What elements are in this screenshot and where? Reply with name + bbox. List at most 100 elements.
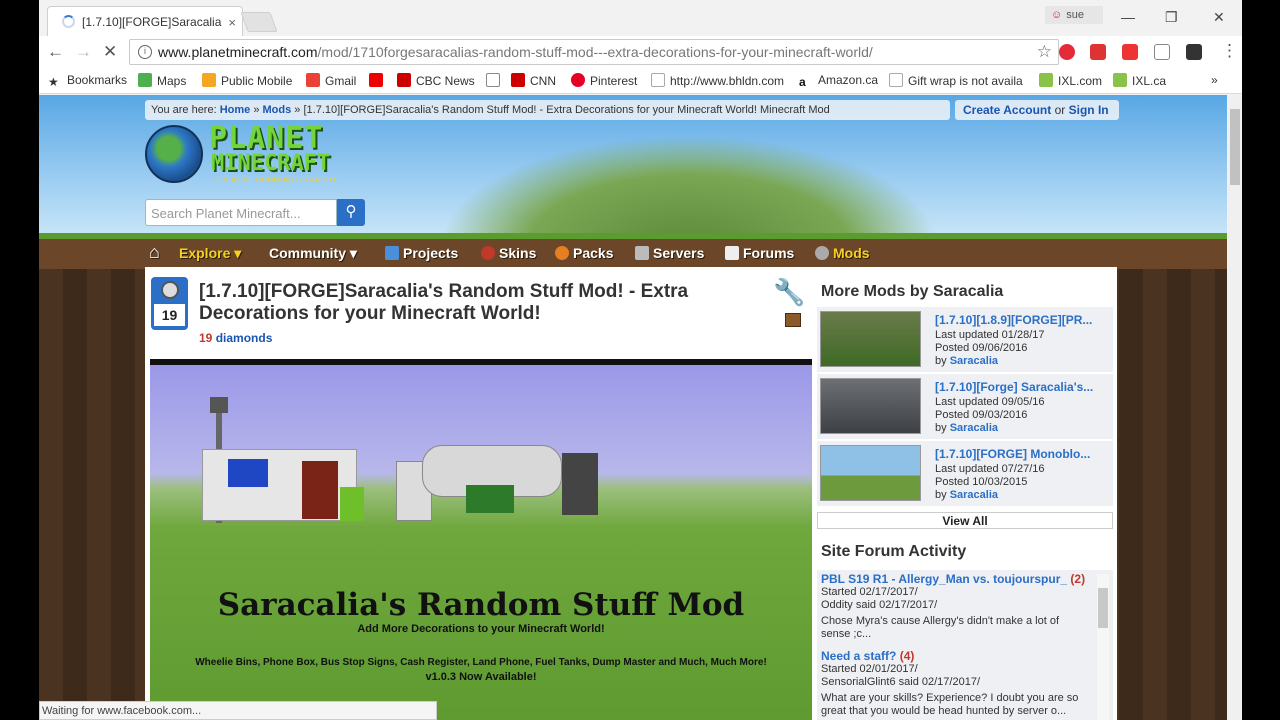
bookmark-item[interactable] bbox=[486, 73, 505, 88]
profile-badge[interactable]: ☺ sue bbox=[1045, 6, 1103, 24]
banner-prop bbox=[340, 487, 364, 521]
crumb-mods[interactable]: Mods bbox=[263, 104, 292, 116]
bookmark-item[interactable] bbox=[369, 73, 388, 88]
search-input[interactable]: Search Planet Minecraft... bbox=[145, 199, 337, 226]
mod-thumbnail[interactable] bbox=[820, 378, 921, 434]
close-window-icon[interactable]: ✕ bbox=[1213, 9, 1225, 26]
back-arrow-icon[interactable]: ← bbox=[47, 42, 64, 62]
nav-packs[interactable]: Packs bbox=[555, 245, 613, 261]
home-icon[interactable]: ⌂ bbox=[149, 242, 160, 263]
banner-prop bbox=[228, 459, 268, 487]
post-content: 19 [1.7.10][FORGE]Saracalia's Random Stu… bbox=[145, 267, 817, 720]
browser-tab[interactable]: [1.7.10][FORGE]Saracalia × bbox=[47, 6, 243, 36]
minimize-icon[interactable]: — bbox=[1121, 9, 1135, 25]
list-item[interactable]: [1.7.10][FORGE] Monoblo... Last updated … bbox=[817, 441, 1113, 507]
browser-window: [1.7.10][FORGE]Saracalia × ☺ sue — ❐ ✕ ← … bbox=[39, 0, 1242, 720]
nav-community[interactable]: Community ▾ bbox=[269, 245, 357, 262]
author-link[interactable]: Saracalia bbox=[950, 355, 998, 367]
wrench-icon: 🔧 bbox=[773, 277, 806, 307]
bookmark-star-icon[interactable]: ☆ bbox=[1037, 42, 1052, 62]
loading-spinner-icon bbox=[62, 15, 75, 28]
banner-subtitle: Add More Decorations to your Minecraft W… bbox=[357, 623, 605, 635]
sidebar: More Mods by Saracalia [1.7.10][1.8.9][F… bbox=[817, 267, 1117, 720]
bookmark-item[interactable]: a Amazon.ca bbox=[799, 73, 878, 89]
forum-thread-link[interactable]: Need a staff? bbox=[821, 649, 896, 663]
author-link[interactable]: Saracalia bbox=[950, 489, 998, 501]
bookmarks-overflow-icon[interactable]: » bbox=[1211, 73, 1218, 87]
nav-explore[interactable]: Explore ▾ bbox=[179, 245, 241, 262]
site-logo[interactable]: PLANET MINECRAFT CREATIVE COMMUNITY FANS… bbox=[145, 121, 369, 193]
list-item[interactable]: [1.7.10][1.8.9][FORGE][PR... Last update… bbox=[817, 307, 1113, 373]
search-button[interactable]: ⚲ bbox=[337, 199, 365, 226]
list-item[interactable]: PBL S19 R1 - Allergy_Man vs. toujourspur… bbox=[821, 573, 1091, 641]
author-link[interactable]: Saracalia bbox=[950, 422, 998, 434]
nav-skins[interactable]: Skins bbox=[481, 245, 536, 261]
nav-forums[interactable]: Forums bbox=[725, 245, 794, 261]
bookmark-item[interactable]: CNN bbox=[511, 73, 556, 88]
crumb-home[interactable]: Home bbox=[220, 104, 251, 116]
url-host: www.planetminecraft.com bbox=[158, 44, 318, 60]
packs-icon bbox=[555, 246, 569, 260]
banner-prop bbox=[562, 453, 598, 515]
forum-activity-heading: Site Forum Activity bbox=[821, 543, 967, 560]
banner-prop bbox=[210, 397, 228, 413]
url-path: /mod/1710forgesaracalias-random-stuff-mo… bbox=[317, 44, 873, 60]
page-title: [1.7.10][FORGE]Saracalia's Random Stuff … bbox=[199, 281, 689, 324]
skins-icon bbox=[481, 246, 495, 260]
banner-prop bbox=[302, 461, 338, 519]
mod-thumbnail[interactable] bbox=[820, 311, 921, 367]
mod-thumbnail[interactable] bbox=[820, 445, 921, 501]
video-ext-icon[interactable] bbox=[1122, 44, 1138, 60]
forum-activity-list: PBL S19 R1 - Allergy_Man vs. toujourspur… bbox=[817, 570, 1113, 720]
forum-scrollbar[interactable] bbox=[1097, 574, 1109, 720]
tab-strip: [1.7.10][FORGE]Saracalia × ☺ sue — ❐ ✕ bbox=[39, 0, 1242, 36]
address-bar[interactable]: i www.planetminecraft.com/mod/1710forges… bbox=[129, 39, 1059, 65]
create-account-link[interactable]: Create Account bbox=[963, 103, 1051, 117]
info-icon[interactable]: i bbox=[138, 45, 152, 59]
diamonds-count-label: 19 diamonds bbox=[199, 331, 273, 345]
search-icon: ⚲ bbox=[345, 203, 357, 220]
profile-icon: ☺ bbox=[1051, 9, 1063, 21]
new-tab-button[interactable] bbox=[240, 12, 278, 32]
menu-dots-icon[interactable]: ⋮ bbox=[1221, 41, 1238, 61]
view-all-button[interactable]: View All bbox=[817, 512, 1113, 529]
banner-title: Saracalia's Random Stuff Mod bbox=[217, 587, 745, 623]
globe-icon bbox=[145, 125, 203, 183]
tab-close-icon[interactable]: × bbox=[228, 15, 236, 30]
nav-projects[interactable]: Projects bbox=[385, 245, 458, 261]
banner-version: v1.0.3 Now Available! bbox=[425, 671, 537, 683]
profile-name: sue bbox=[1066, 9, 1084, 21]
mod-banner-image: Saracalia's Random Stuff Mod Add More De… bbox=[150, 359, 812, 720]
extension-icon[interactable] bbox=[1186, 44, 1202, 60]
stop-icon[interactable]: ✕ bbox=[103, 42, 117, 62]
account-links: Create Account or Sign In bbox=[955, 100, 1119, 120]
bookmark-item[interactable]: ★ Bookmarks bbox=[48, 73, 127, 89]
bookmark-item[interactable]: http://www.bhldn.com bbox=[651, 73, 784, 88]
bookmark-item[interactable]: Public Mobile bbox=[202, 73, 292, 88]
page-scrollbar[interactable] bbox=[1228, 95, 1242, 720]
bookmark-item[interactable]: Pinterest bbox=[571, 73, 637, 88]
diamond-button[interactable]: 19 bbox=[151, 277, 188, 330]
bookmark-item[interactable]: Gmail bbox=[306, 73, 356, 88]
bookmark-item[interactable]: IXL.com bbox=[1039, 73, 1102, 88]
bookmark-item[interactable]: Gift wrap is not availa bbox=[889, 73, 1023, 88]
header-landscape bbox=[439, 135, 939, 245]
nav-servers[interactable]: Servers bbox=[635, 245, 704, 261]
pinterest-ext-icon[interactable] bbox=[1059, 44, 1075, 60]
chest-icon bbox=[785, 313, 801, 327]
restore-icon[interactable]: ❐ bbox=[1165, 9, 1178, 26]
cast-ext-icon[interactable] bbox=[1154, 44, 1170, 60]
breadcrumb: You are here: Home » Mods » [1.7.10][FOR… bbox=[145, 100, 950, 120]
forward-arrow-icon[interactable]: → bbox=[75, 42, 92, 62]
bookmark-item[interactable]: CBC News bbox=[397, 73, 475, 88]
bookmark-item[interactable]: Maps bbox=[138, 73, 186, 88]
list-item[interactable]: [1.7.10][Forge] Saracalia's... Last upda… bbox=[817, 374, 1113, 440]
sign-in-link[interactable]: Sign In bbox=[1069, 103, 1109, 117]
forum-thread-link[interactable]: PBL S19 R1 - Allergy_Man vs. toujourspur… bbox=[821, 572, 1067, 586]
banner-feature-list: Wheelie Bins, Phone Box, Bus Stop Signs,… bbox=[195, 657, 767, 668]
more-mods-heading: More Mods by Saracalia bbox=[821, 283, 1004, 300]
nav-mods[interactable]: Mods bbox=[815, 245, 870, 261]
list-item[interactable]: Need a staff? (4) Started 02/01/2017/ Se… bbox=[821, 650, 1091, 718]
bookmark-item[interactable]: IXL.ca bbox=[1113, 73, 1166, 88]
adblock-ext-icon[interactable] bbox=[1090, 44, 1106, 60]
